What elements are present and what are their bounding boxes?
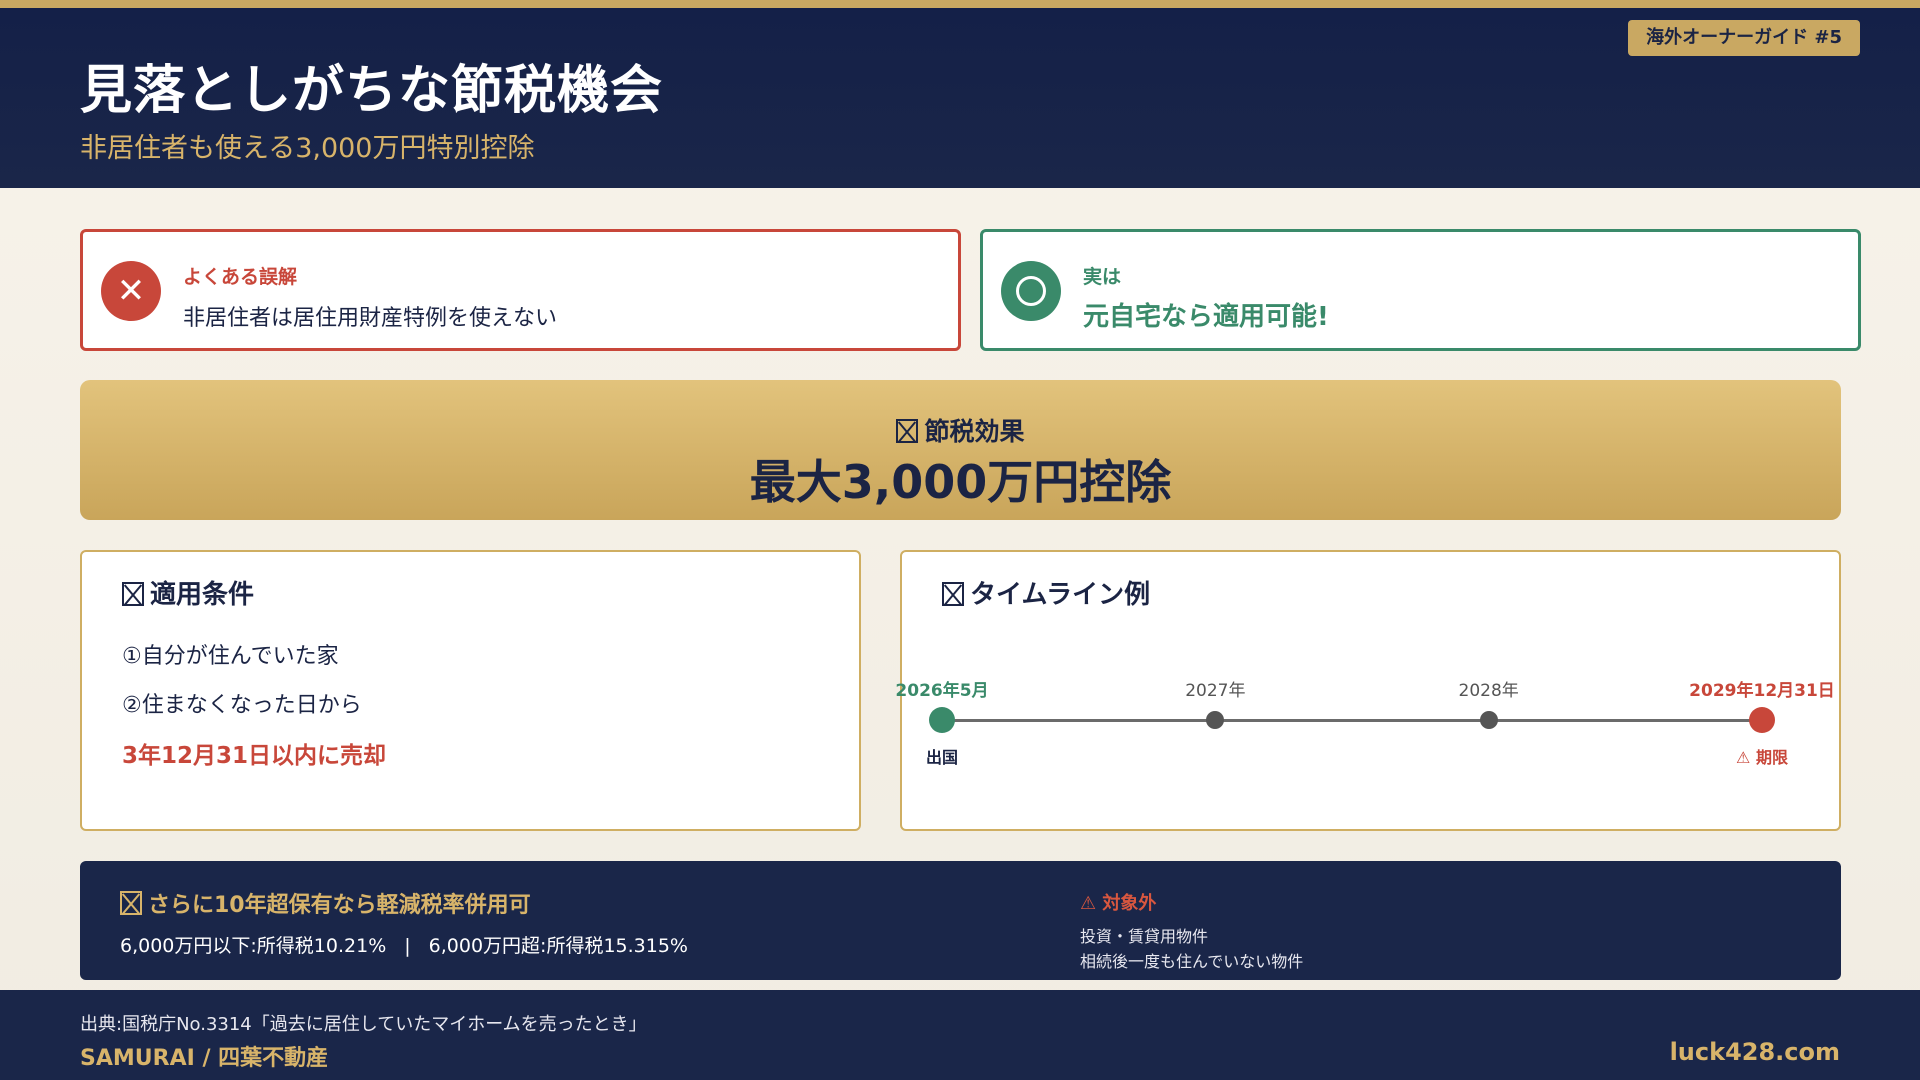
- placeholder-glyph-icon: [942, 582, 964, 606]
- misconception-label: よくある誤解: [183, 266, 298, 288]
- truth-label: 実は: [1083, 266, 1122, 288]
- page-header: 海外オーナーガイド #5 見落としがちな節税機会 非居住者も使える3,000万円…: [0, 8, 1920, 188]
- exclusion-title: ⚠ 対象外: [1080, 893, 1157, 914]
- rate-separator: |: [404, 935, 411, 957]
- conditions-title-text: 適用条件: [150, 580, 255, 610]
- brand-name: SAMURAI / 四葉不動産: [80, 1046, 329, 1071]
- timeline-card: タイムライン例 2026年5月 出国 2027年 2028年 2029年12月31日 ⚠ …: [895, 550, 1841, 831]
- extra-rates: 6,000万円以下:所得税10.21% | 6,000万円超:所得税15.315%: [120, 931, 688, 958]
- truth-card: 実は 元自宅なら適用可能!: [980, 229, 1861, 351]
- extra-info-panel: さらに10年超保有なら軽減税率併用可 6,000万円以下:所得税10.21% | 6…: [80, 861, 1841, 980]
- timeline-title-text: タイムライン例: [970, 580, 1151, 610]
- conditions-card: 適用条件 ①自分が住んでいた家 ②住まなくなった日から 3年12月31日以内に売…: [80, 550, 861, 831]
- misconception-card: ✕ よくある誤解 非居住者は居住用財産特例を使えない: [80, 229, 961, 351]
- placeholder-glyph-icon: [120, 891, 142, 915]
- timeline-dot: [1206, 711, 1225, 729]
- timeline-year: 2029年12月31日: [1689, 681, 1835, 701]
- guide-badge: 海外オーナーガイド #5: [1628, 20, 1860, 56]
- timeline-title: タイムライン例: [942, 574, 1150, 611]
- rate-low: 6,000万円以下:所得税10.21%: [120, 935, 387, 957]
- timeline-year: 2026年5月: [895, 681, 989, 701]
- page-subtitle: 非居住者も使える3,000万円特別控除: [80, 133, 535, 164]
- extra-title: さらに10年超保有なら軽減税率併用可: [120, 887, 531, 919]
- effect-banner: 節税効果 最大3,000万円控除: [80, 380, 1841, 520]
- timeline-sublabel: 出国: [925, 748, 958, 767]
- source-citation: 出典:国税庁No.3314「過去に居住していたマイホームを売ったとき」: [80, 1014, 647, 1035]
- top-accent-bar: [0, 0, 1920, 8]
- placeholder-glyph-icon: [122, 582, 144, 606]
- effect-label-text: 節税効果: [924, 417, 1025, 446]
- effect-value: 最大3,000万円控除: [749, 455, 1172, 509]
- timeline-track: [942, 719, 1762, 722]
- condition-item: ①自分が住んでいた家: [122, 644, 339, 669]
- timeline-sublabel: ⚠ 期限: [1736, 748, 1788, 767]
- timeline-year: 2027年: [1185, 681, 1246, 701]
- conditions-title: 適用条件: [122, 574, 254, 611]
- condition-deadline: 3年12月31日以内に売却: [122, 743, 387, 769]
- misconception-text: 非居住者は居住用財産特例を使えない: [183, 306, 558, 331]
- placeholder-glyph-icon: [896, 419, 919, 443]
- timeline-dot: [929, 707, 955, 733]
- extra-title-text: さらに10年超保有なら軽減税率併用可: [148, 893, 531, 918]
- exclusion-item: 投資・賃貸用物件: [1080, 927, 1209, 946]
- truth-text: 元自宅なら適用可能!: [1083, 302, 1329, 332]
- page-footer: 出典:国税庁No.3314「過去に居住していたマイホームを売ったとき」 SAMU…: [0, 990, 1920, 1080]
- x-circle-icon: ✕: [101, 261, 161, 321]
- site-link[interactable]: luck428.com: [1670, 1038, 1840, 1066]
- circle-check-icon: [1001, 261, 1061, 321]
- timeline-year: 2028年: [1458, 681, 1519, 701]
- effect-label: 節税効果: [80, 412, 1841, 448]
- rate-high: 6,000万円超:所得税15.315%: [428, 935, 688, 957]
- timeline-dot: [1749, 707, 1775, 733]
- page-title: 見落としがちな節税機会: [80, 61, 664, 121]
- condition-item: ②住まなくなった日から: [122, 693, 362, 718]
- exclusion-item: 相続後一度も住んでいない物件: [1080, 952, 1304, 971]
- timeline-dot: [1479, 711, 1498, 729]
